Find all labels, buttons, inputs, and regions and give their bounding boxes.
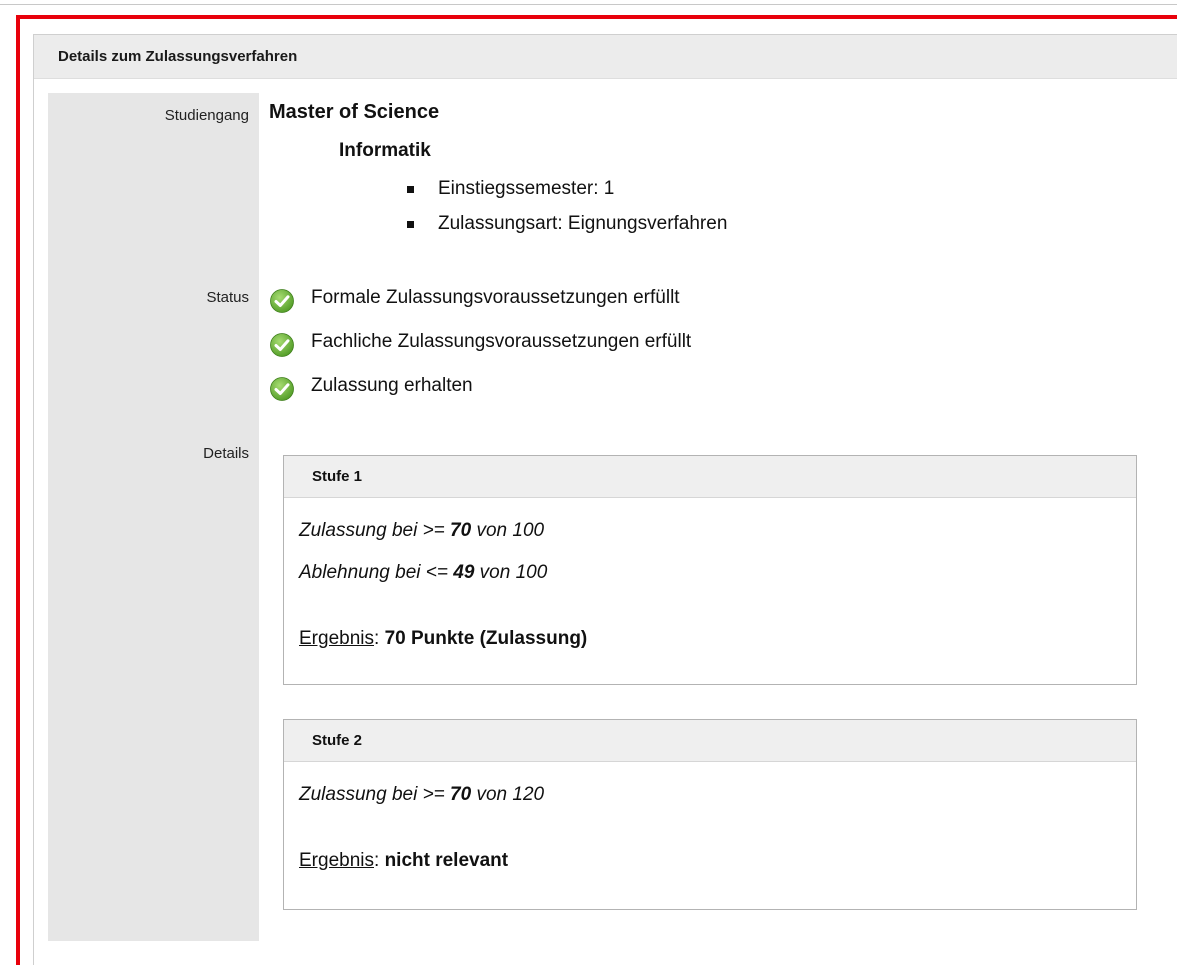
list-item: Einstiegssemester: 1 — [407, 177, 727, 212]
admission-details-panel: Details zum Zulassungsverfahren Studieng… — [33, 34, 1177, 965]
result-label: Ergebnis — [299, 628, 374, 649]
result-separator: : — [374, 628, 385, 649]
bullet-square-icon — [407, 186, 414, 193]
criterion-prefix: Ablehnung bei <= — [299, 562, 454, 583]
result-value: nicht relevant — [384, 850, 509, 871]
check-circle-icon — [270, 333, 294, 357]
stage-header: Stufe 1 — [284, 456, 1136, 498]
page-top-border — [0, 4, 1177, 5]
criterion-line: Zulassung bei >= 70 von 100 — [299, 520, 544, 542]
status-text: Zulassung erhalten — [311, 375, 473, 396]
result-value: 70 Punkte (Zulassung) — [384, 628, 588, 649]
list-item: Zulassungsart: Eignungsverfahren — [407, 212, 727, 247]
label-status: Status — [206, 289, 249, 306]
stage-box-1: Stufe 1 Zulassung bei >= 70 von 100 Able… — [283, 455, 1137, 685]
check-circle-icon — [270, 289, 294, 313]
label-column: Studiengang Status Details — [48, 93, 259, 941]
status-text: Fachliche Zulassungsvoraussetzungen erfü… — [311, 331, 692, 352]
result-separator: : — [374, 850, 385, 871]
criterion-suffix: von 100 — [471, 520, 545, 541]
stage-box-2: Stufe 2 Zulassung bei >= 70 von 120 Erge… — [283, 719, 1137, 910]
criterion-line: Ablehnung bei <= 49 von 100 — [299, 562, 547, 584]
criterion-suffix: von 100 — [474, 562, 548, 583]
label-details: Details — [203, 445, 249, 462]
criterion-prefix: Zulassung bei >= — [299, 784, 451, 805]
program-attributes-list: Einstiegssemester: 1 Zulassungsart: Eign… — [407, 177, 727, 247]
panel-header: Details zum Zulassungsverfahren — [34, 35, 1177, 79]
criterion-prefix: Zulassung bei >= — [299, 520, 451, 541]
panel-title: Details zum Zulassungsverfahren — [58, 48, 298, 65]
result-line: Ergebnis: 70 Punkte (Zulassung) — [299, 628, 587, 650]
stage-header: Stufe 2 — [284, 720, 1136, 762]
list-item-text: Zulassungsart: Eignungsverfahren — [438, 213, 728, 234]
status-text: Formale Zulassungsvoraussetzungen erfüll… — [311, 287, 680, 308]
result-label: Ergebnis — [299, 850, 374, 871]
criterion-suffix: von 120 — [471, 784, 545, 805]
criterion-value: 49 — [453, 562, 475, 583]
subject-title: Informatik — [339, 140, 431, 161]
criterion-value: 70 — [450, 784, 472, 805]
bullet-square-icon — [407, 221, 414, 228]
check-circle-icon — [270, 377, 294, 401]
criterion-line: Zulassung bei >= 70 von 120 — [299, 784, 544, 806]
list-item-text: Einstiegssemester: 1 — [438, 178, 615, 199]
result-line: Ergebnis: nicht relevant — [299, 850, 508, 872]
criterion-value: 70 — [450, 520, 472, 541]
label-studiengang: Studiengang — [164, 107, 249, 124]
degree-title: Master of Science — [269, 101, 440, 123]
